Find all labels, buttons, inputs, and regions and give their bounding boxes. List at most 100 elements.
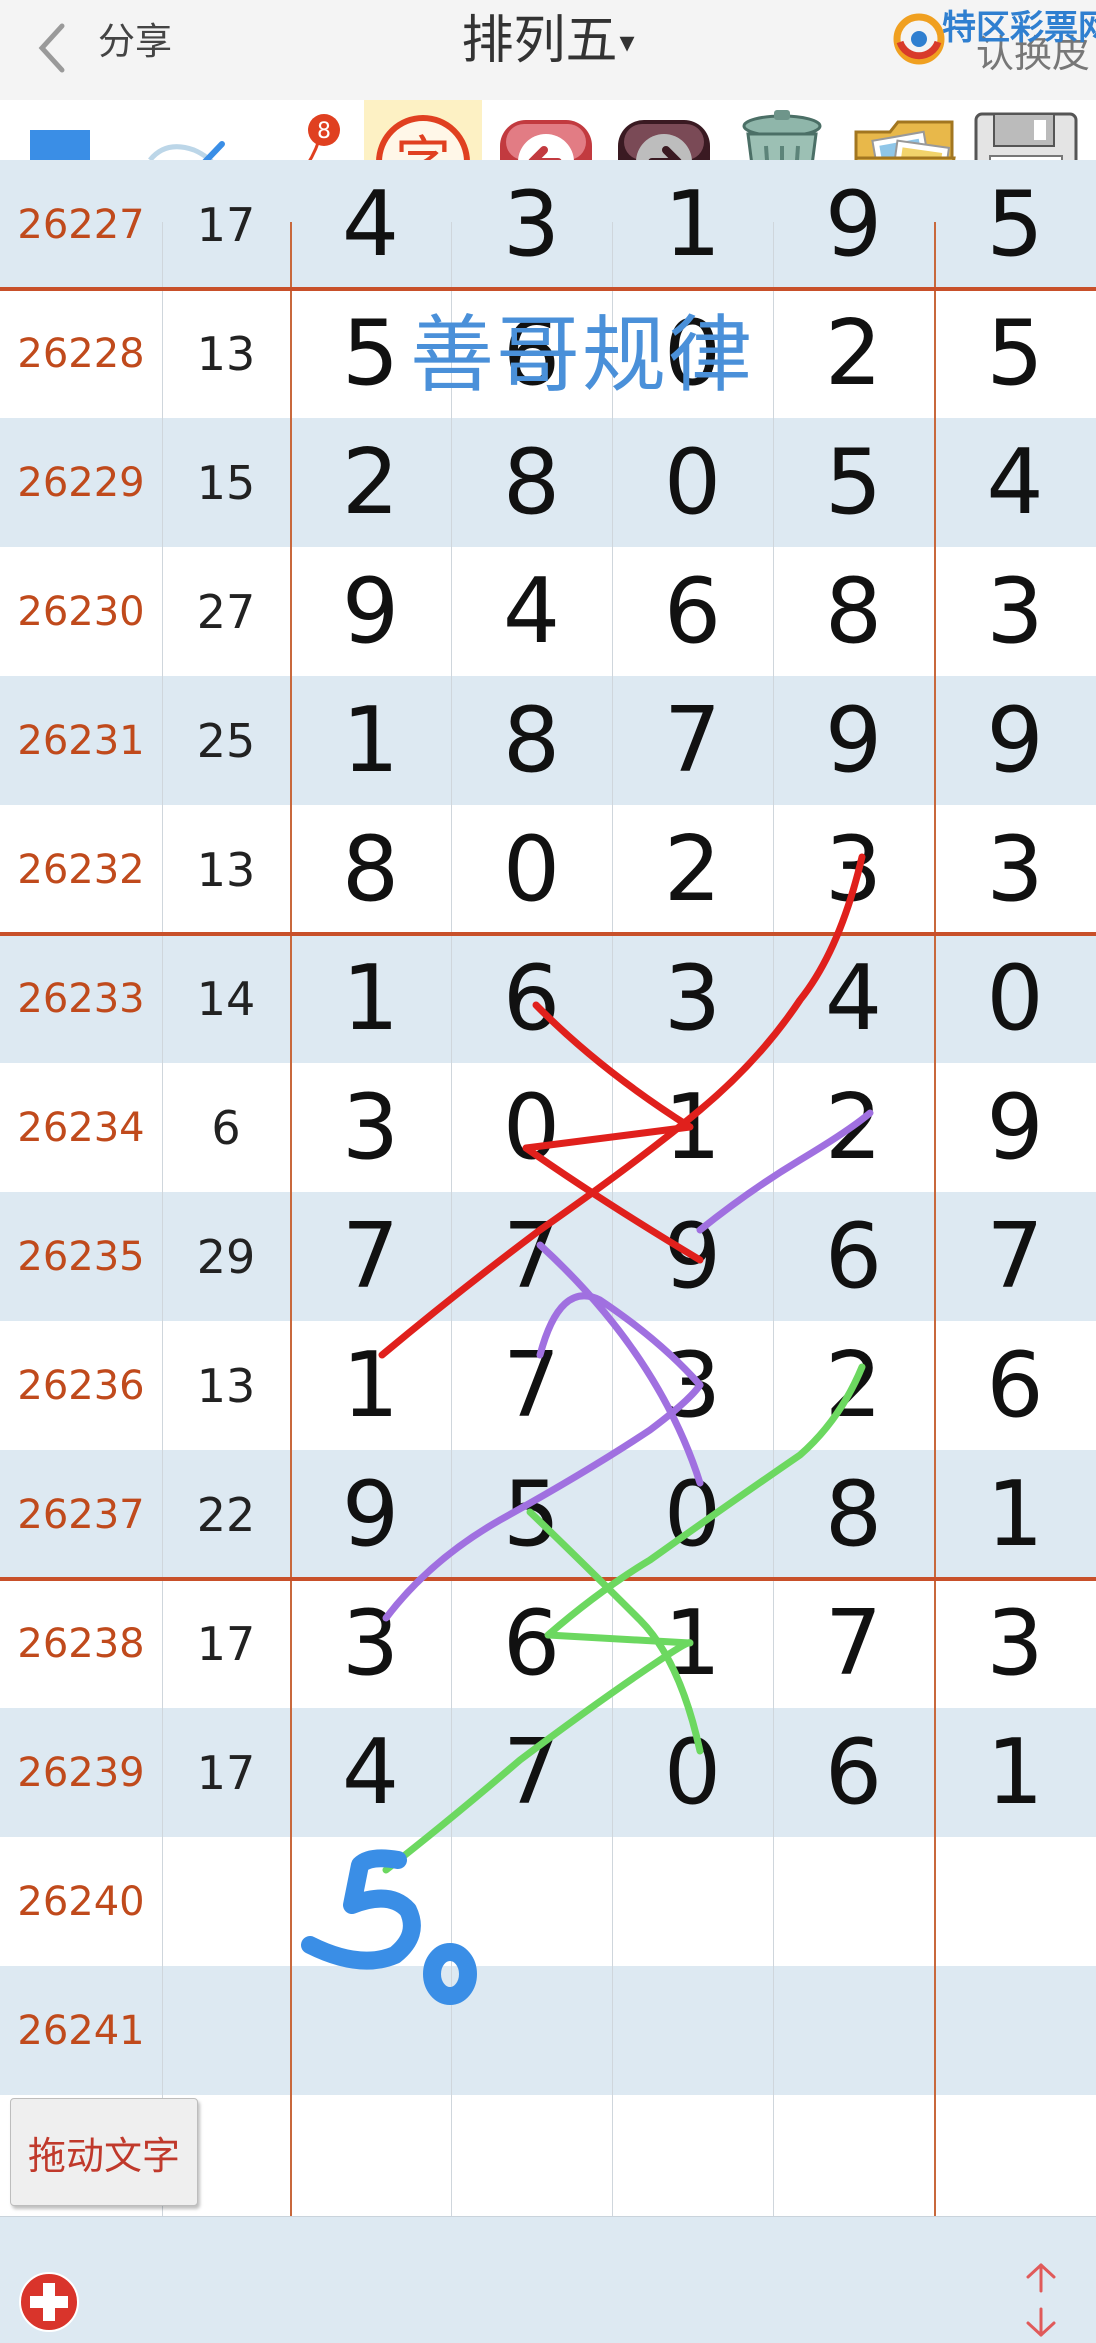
digit-cell[interactable] bbox=[773, 1837, 934, 1966]
digit-cell[interactable]: 9 bbox=[290, 547, 451, 676]
sum-value: 17 bbox=[196, 1745, 256, 1800]
digit-cell[interactable]: 3 bbox=[934, 547, 1096, 676]
digit-cell[interactable]: 7 bbox=[451, 1192, 612, 1321]
digit-cell[interactable]: 9 bbox=[773, 676, 934, 805]
digit-cell[interactable]: 8 bbox=[451, 418, 612, 547]
digit-cell[interactable]: 1 bbox=[290, 934, 451, 1063]
issue-number: 26230 bbox=[17, 588, 145, 635]
digit-cell[interactable]: 1 bbox=[612, 1579, 773, 1708]
digit-cell[interactable]: 0 bbox=[612, 1708, 773, 1837]
digit-cell[interactable]: 9 bbox=[934, 676, 1096, 805]
digit-cell[interactable] bbox=[612, 2095, 773, 2224]
digit-cell[interactable]: 9 bbox=[934, 1063, 1096, 1192]
digit-cell[interactable]: 1 bbox=[290, 1321, 451, 1450]
digit-cell[interactable]: 5 bbox=[773, 418, 934, 547]
column-divider bbox=[773, 222, 774, 2222]
digit-cell[interactable]: 7 bbox=[773, 1579, 934, 1708]
digit-cell[interactable]: 0 bbox=[451, 805, 612, 934]
brand-name: 特区彩票网 bbox=[942, 8, 1096, 48]
add-icon[interactable] bbox=[18, 2271, 80, 2333]
digit-cell[interactable]: 4 bbox=[451, 547, 612, 676]
digit-cell[interactable] bbox=[612, 1966, 773, 2095]
digit-cell[interactable]: 2 bbox=[773, 1063, 934, 1192]
digit-cell[interactable]: 4 bbox=[290, 160, 451, 289]
digit-cell[interactable]: 7 bbox=[612, 676, 773, 805]
digit-cell[interactable]: 1 bbox=[934, 1708, 1096, 1837]
digit-cell[interactable]: 4 bbox=[934, 418, 1096, 547]
digit-cell[interactable]: 5 bbox=[934, 289, 1096, 418]
digit-cell[interactable]: 7 bbox=[934, 1192, 1096, 1321]
digit-cell[interactable]: 4 bbox=[773, 934, 934, 1063]
digit-cell[interactable]: 3 bbox=[773, 805, 934, 934]
digit-cell[interactable] bbox=[612, 1837, 773, 1966]
digit-cell[interactable]: 0 bbox=[934, 934, 1096, 1063]
digit-cell[interactable] bbox=[773, 1966, 934, 2095]
digit-cell[interactable] bbox=[934, 2095, 1096, 2224]
watermark-text: 善哥规律 bbox=[410, 306, 755, 404]
digit-cell[interactable]: 6 bbox=[773, 1192, 934, 1321]
digit-cell[interactable] bbox=[451, 1966, 612, 2095]
sum-value: 27 bbox=[196, 584, 256, 639]
scroll-toggle-icon[interactable] bbox=[1018, 2261, 1064, 2339]
digit-cell[interactable]: 5 bbox=[451, 1450, 612, 1579]
digit-cell[interactable]: 1 bbox=[934, 1450, 1096, 1579]
digit-cell[interactable] bbox=[290, 1966, 451, 2095]
digit-cell[interactable]: 3 bbox=[451, 160, 612, 289]
digit-cell[interactable]: 6 bbox=[934, 1321, 1096, 1450]
sum-value: 17 bbox=[196, 197, 256, 252]
digit-cell[interactable] bbox=[290, 1837, 451, 1966]
digit-cell[interactable]: 7 bbox=[451, 1321, 612, 1450]
digit-cell[interactable]: 6 bbox=[451, 1579, 612, 1708]
digit-cell[interactable] bbox=[290, 2095, 451, 2224]
issue-number: 26228 bbox=[17, 330, 145, 377]
digit-cell[interactable]: 0 bbox=[612, 418, 773, 547]
digit-cell[interactable]: 9 bbox=[773, 160, 934, 289]
digit-cell[interactable]: 2 bbox=[773, 289, 934, 418]
digit-cell[interactable]: 1 bbox=[612, 160, 773, 289]
digit-cell[interactable]: 6 bbox=[773, 1708, 934, 1837]
digit-cell[interactable]: 8 bbox=[451, 676, 612, 805]
digit-cell[interactable]: 1 bbox=[612, 1063, 773, 1192]
digit-cell[interactable]: 3 bbox=[290, 1579, 451, 1708]
digit-cell[interactable]: 6 bbox=[612, 547, 773, 676]
table-row: 26236 13 1 7 3 2 6 bbox=[0, 1321, 1096, 1450]
digit-cell[interactable] bbox=[451, 2095, 612, 2224]
digit-cell[interactable] bbox=[451, 1837, 612, 1966]
digit-cell[interactable]: 7 bbox=[290, 1192, 451, 1321]
bottom-bar bbox=[0, 2216, 1096, 2343]
digit-cell[interactable]: 4 bbox=[290, 1708, 451, 1837]
digit-cell[interactable]: 8 bbox=[773, 547, 934, 676]
digit-cell[interactable]: 3 bbox=[934, 1579, 1096, 1708]
digit-cell[interactable]: 2 bbox=[612, 805, 773, 934]
table-row: 26239 17 4 7 0 6 1 bbox=[0, 1708, 1096, 1837]
issue-number: 26227 bbox=[17, 201, 145, 248]
digit-cell[interactable]: 8 bbox=[290, 805, 451, 934]
digit-cell[interactable]: 0 bbox=[451, 1063, 612, 1192]
issue-number: 26231 bbox=[17, 717, 145, 764]
sum-value: 22 bbox=[196, 1487, 256, 1542]
digit-cell[interactable] bbox=[934, 1837, 1096, 1966]
sum-value: 13 bbox=[196, 842, 256, 897]
table-row: 26233 14 1 6 3 4 0 bbox=[0, 934, 1096, 1063]
digit-cell[interactable]: 9 bbox=[612, 1192, 773, 1321]
sum-value: 13 bbox=[196, 326, 256, 381]
digit-cell[interactable]: 9 bbox=[290, 1450, 451, 1579]
digit-cell[interactable]: 3 bbox=[612, 934, 773, 1063]
digit-cell[interactable]: 0 bbox=[612, 1450, 773, 1579]
digit-cell[interactable]: 2 bbox=[290, 418, 451, 547]
digit-cell[interactable]: 3 bbox=[934, 805, 1096, 934]
digit-cell[interactable]: 7 bbox=[451, 1708, 612, 1837]
digit-cell[interactable] bbox=[773, 2095, 934, 2224]
table-row: 26230 27 9 4 6 8 3 bbox=[0, 547, 1096, 676]
issue-number: 26236 bbox=[17, 1362, 145, 1409]
column-divider bbox=[162, 222, 163, 2222]
digit-cell[interactable]: 8 bbox=[773, 1450, 934, 1579]
digit-cell[interactable] bbox=[934, 1966, 1096, 2095]
digit-cell[interactable]: 1 bbox=[290, 676, 451, 805]
digit-cell[interactable]: 5 bbox=[934, 160, 1096, 289]
digit-cell[interactable]: 3 bbox=[290, 1063, 451, 1192]
digit-cell[interactable]: 2 bbox=[773, 1321, 934, 1450]
digit-cell[interactable]: 3 bbox=[612, 1321, 773, 1450]
drag-text-button[interactable]: 拖动文字 bbox=[10, 2098, 198, 2206]
digit-cell[interactable]: 6 bbox=[451, 934, 612, 1063]
